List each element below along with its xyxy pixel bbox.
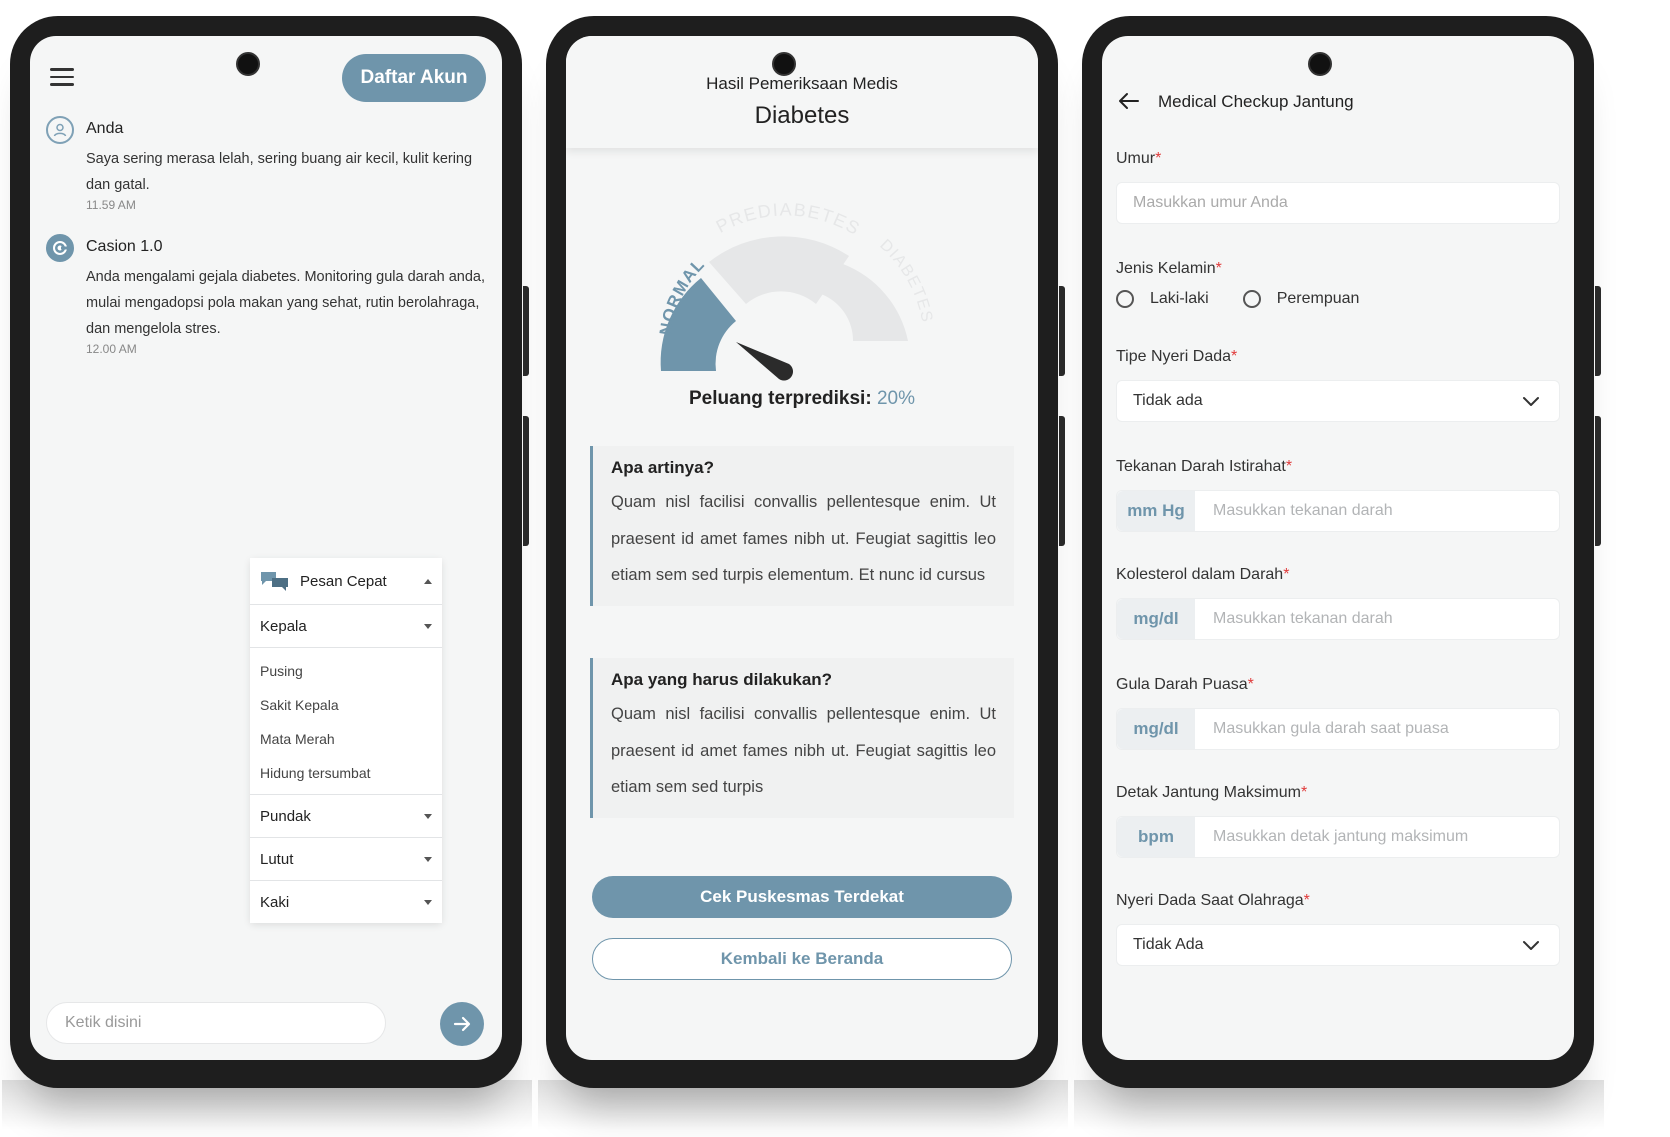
- radio-female-label[interactable]: Perempuan: [1277, 290, 1360, 308]
- cholesterol-input[interactable]: mg/dl Masukkan tekanan darah: [1116, 598, 1560, 640]
- quick-category-lutut[interactable]: Lutut: [250, 838, 442, 881]
- quick-item[interactable]: Mata Merah: [260, 722, 432, 756]
- resting-bp-label: Tekanan Darah Istirahat*: [1116, 458, 1293, 475]
- cholesterol-label: Kolesterol dalam Darah*: [1116, 566, 1290, 583]
- unit-badge: bpm: [1117, 817, 1195, 857]
- fasting-sugar-label: Gula Darah Puasa*: [1116, 676, 1254, 693]
- info-title: Apa artinya?: [611, 458, 714, 477]
- back-arrow-icon[interactable]: [1118, 90, 1140, 112]
- quick-messages-header[interactable]: Pesan Cepat: [250, 558, 442, 605]
- unit-badge: mg/dl: [1117, 599, 1195, 639]
- chest-pain-type-label: Tipe Nyeri Dada*: [1116, 348, 1238, 365]
- risk-gauge: NORMAL PREDIABETES DIABETES: [656, 200, 934, 381]
- phone-form: Medical Checkup Jantung Umur* Masukkan u…: [1082, 16, 1601, 1088]
- menu-icon[interactable]: [50, 68, 74, 86]
- quick-category-kepala-items: Pusing Sakit Kepala Mata Merah Hidung te…: [250, 648, 442, 795]
- quick-category-kepala[interactable]: Kepala: [250, 605, 442, 648]
- max-hr-placeholder: Masukkan detak jantung maksimum: [1213, 828, 1469, 845]
- arrow-right-icon: [453, 1016, 471, 1032]
- fasting-sugar-placeholder: Masukkan gula darah saat puasa: [1213, 720, 1449, 737]
- form-screen: Medical Checkup Jantung Umur* Masukkan u…: [1102, 36, 1574, 1060]
- exercise-angina-select[interactable]: Tidak Ada: [1116, 924, 1560, 966]
- result-header: Hasil Pemeriksaan Medis Diabetes: [566, 36, 1038, 148]
- prediction-value: 20%: [876, 388, 915, 409]
- age-input[interactable]: Masukkan umur Anda: [1116, 182, 1560, 224]
- resting-bp-input[interactable]: mm Hg Masukkan tekanan darah: [1116, 490, 1560, 532]
- chat-screen: Daftar Akun Anda Saya sering merasa lela…: [30, 36, 502, 1060]
- result-subtitle: Hasil Pemeriksaan Medis: [706, 74, 898, 93]
- info-action: Apa yang harus dilakukan? Quam nisl faci…: [590, 658, 1014, 818]
- message-time: 11.59 AM: [86, 198, 136, 212]
- chest-pain-type-select[interactable]: Tidak ada: [1116, 380, 1560, 422]
- radio-female[interactable]: [1242, 290, 1261, 308]
- quick-messages-panel: Pesan Cepat Kepala Pusing Sakit Kepala M…: [250, 558, 442, 923]
- nearest-clinic-button[interactable]: Cek Puskesmas Terdekat: [592, 876, 1012, 918]
- radio-male[interactable]: [1116, 290, 1134, 308]
- quick-item[interactable]: Hidung tersumbat: [260, 756, 432, 790]
- unit-badge: mg/dl: [1117, 709, 1195, 749]
- message-text: Saya sering merasa lelah, sering buang a…: [86, 151, 473, 193]
- back-home-button[interactable]: Kembali ke Beranda: [592, 938, 1012, 980]
- quick-item[interactable]: Sakit Kepala: [260, 688, 432, 722]
- message-text: Anda mengalami gejala diabetes. Monitori…: [86, 269, 486, 337]
- result-screen: Hasil Pemeriksaan Medis Diabetes NORMAL …: [566, 36, 1038, 1060]
- expand-icon[interactable]: [424, 623, 432, 629]
- exercise-angina-value: Tidak Ada: [1133, 936, 1204, 953]
- result-title: Diabetes: [754, 102, 850, 129]
- category-label: Lutut: [260, 850, 294, 868]
- gauge-label-prediabetes: PREDIABETES: [713, 200, 864, 240]
- gender-radio-group: Laki-laki Perempuan: [1116, 290, 1359, 308]
- message-sender: Anda: [86, 120, 124, 137]
- prediction-text: Peluang terprediksi: 20%: [566, 388, 1038, 410]
- cholesterol-placeholder: Masukkan tekanan darah: [1213, 610, 1393, 627]
- front-camera: [236, 52, 260, 76]
- chevron-down-icon[interactable]: [1521, 935, 1541, 955]
- chat-message-user: Anda Saya sering merasa lelah, sering bu…: [46, 116, 488, 216]
- expand-icon[interactable]: [424, 856, 432, 862]
- quick-category-kaki[interactable]: Kaki: [250, 881, 442, 923]
- fasting-sugar-input[interactable]: mg/dl Masukkan gula darah saat puasa: [1116, 708, 1560, 750]
- front-camera: [772, 52, 796, 76]
- front-camera: [1308, 52, 1332, 76]
- max-hr-input[interactable]: bpm Masukkan detak jantung maksimum: [1116, 816, 1560, 858]
- bot-avatar-icon: [46, 234, 74, 262]
- user-avatar-icon: [46, 116, 74, 144]
- max-hr-label: Detak Jantung Maksimum*: [1116, 784, 1308, 801]
- info-meaning: Apa artinya? Quam nisl facilisi convalli…: [590, 446, 1014, 606]
- expand-icon[interactable]: [424, 813, 432, 819]
- message-time: 12.00 AM: [86, 342, 137, 356]
- chat-bubbles-icon: [261, 572, 288, 591]
- resting-bp-placeholder: Masukkan tekanan darah: [1213, 502, 1393, 519]
- category-label: Kepala: [260, 617, 307, 635]
- expand-icon[interactable]: [424, 899, 432, 905]
- chat-message-bot: Casion 1.0 Anda mengalami gejala diabete…: [46, 234, 488, 364]
- info-body: Quam nisl facilisi convallis pellentesqu…: [611, 493, 996, 584]
- category-label: Kaki: [260, 893, 290, 911]
- collapse-icon[interactable]: [424, 578, 432, 584]
- info-title: Apa yang harus dilakukan?: [611, 670, 833, 689]
- gauge-needle: [736, 342, 794, 381]
- prediction-label: Peluang terprediksi:: [689, 388, 872, 409]
- chat-input[interactable]: Ketik disini: [46, 1002, 386, 1044]
- category-label: Pundak: [260, 807, 311, 825]
- form-title: Medical Checkup Jantung: [1158, 92, 1354, 111]
- gender-label: Jenis Kelamin*: [1116, 260, 1222, 277]
- info-body: Quam nisl facilisi convallis pellentesqu…: [611, 705, 996, 796]
- quick-messages-title: Pesan Cepat: [300, 572, 387, 590]
- quick-item[interactable]: Pusing: [260, 654, 432, 688]
- quick-category-pundak[interactable]: Pundak: [250, 795, 442, 838]
- age-placeholder: Masukkan umur Anda: [1133, 194, 1288, 211]
- message-sender: Casion 1.0: [86, 238, 163, 255]
- unit-badge: mm Hg: [1117, 491, 1195, 531]
- exercise-angina-label: Nyeri Dada Saat Olahraga*: [1116, 892, 1310, 909]
- send-button[interactable]: [440, 1002, 484, 1046]
- register-button[interactable]: Daftar Akun: [342, 54, 486, 102]
- age-label: Umur*: [1116, 150, 1162, 167]
- chest-pain-type-value: Tidak ada: [1133, 392, 1203, 409]
- radio-male-label[interactable]: Laki-laki: [1150, 290, 1209, 308]
- chevron-down-icon[interactable]: [1521, 391, 1541, 411]
- phone-chat: Daftar Akun Anda Saya sering merasa lela…: [10, 16, 529, 1088]
- phone-result: Hasil Pemeriksaan Medis Diabetes NORMAL …: [546, 16, 1065, 1088]
